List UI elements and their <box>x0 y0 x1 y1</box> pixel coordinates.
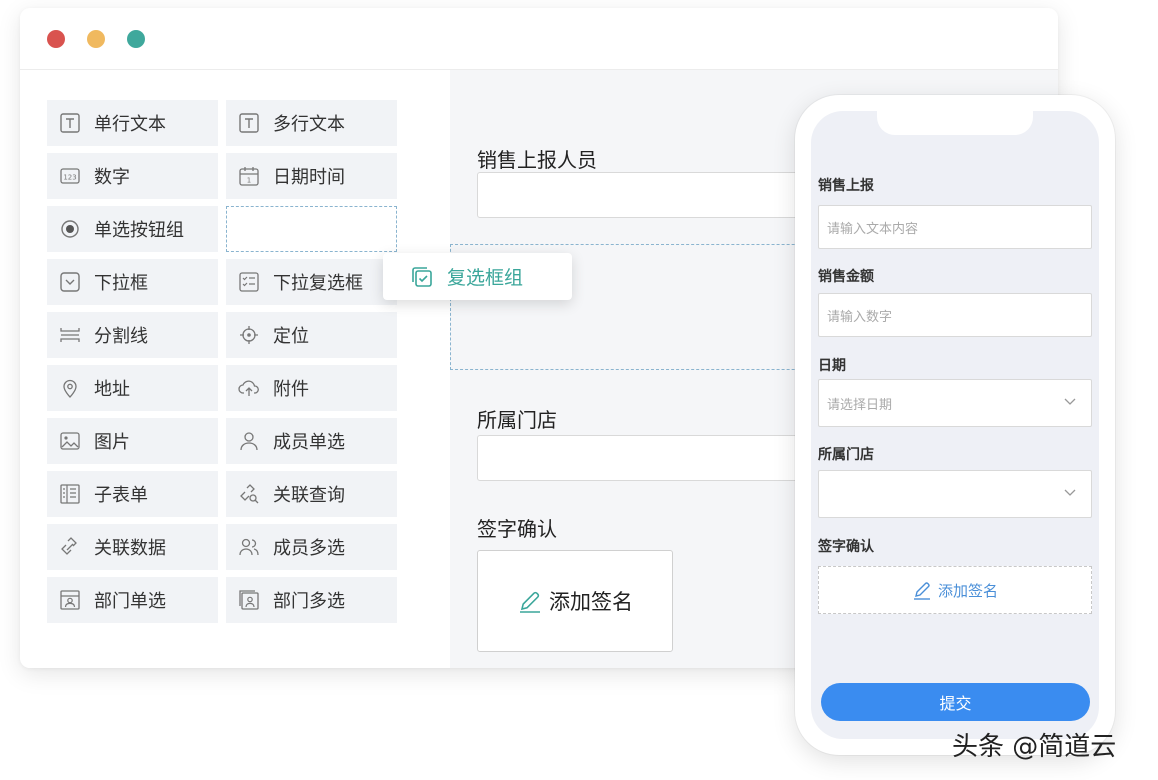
add-signature-label: 添加签名 <box>549 590 633 614</box>
close-window-button[interactable] <box>47 30 65 48</box>
department-icon <box>59 589 81 611</box>
palette-item-label: 部门多选 <box>273 591 345 612</box>
palette-item-label: 子表单 <box>94 485 148 506</box>
palette-item-label: 数字 <box>94 167 130 188</box>
divider-icon <box>59 324 81 346</box>
checkbox-group-icon <box>410 265 447 289</box>
mobile-date-placeholder: 请选择日期 <box>827 397 893 413</box>
link-search-icon <box>238 483 260 505</box>
palette-item-label: 分割线 <box>94 326 148 347</box>
mobile-screen: 销售上报 请输入文本内容 销售金额 请输入数字 日期 请选择日期 所属门店 签字… <box>811 111 1099 739</box>
store-label: 所属门店 <box>477 408 557 432</box>
phone-notch <box>877 111 1033 135</box>
sales-person-label: 销售上报人员 <box>477 148 597 172</box>
palette-item-number[interactable]: 123 数字 <box>47 153 218 199</box>
palette-item-label: 图片 <box>94 432 130 453</box>
pen-icon <box>912 580 938 600</box>
locate-icon <box>238 324 260 346</box>
signature-label: 签字确认 <box>477 517 557 541</box>
minimize-window-button[interactable] <box>87 30 105 48</box>
palette-item-member-multi[interactable]: 成员多选 <box>226 524 397 570</box>
checklist-icon <box>238 271 260 293</box>
link-data-icon <box>59 536 81 558</box>
mobile-date-picker[interactable]: 请选择日期 <box>818 379 1092 427</box>
mobile-date-label: 日期 <box>818 358 846 374</box>
submit-label: 提交 <box>939 694 972 713</box>
subform-icon <box>59 483 81 505</box>
title-bar <box>20 8 1058 70</box>
palette-item-label: 成员多选 <box>273 538 345 559</box>
palette-item-label: 日期时间 <box>273 167 345 188</box>
users-icon <box>238 536 260 558</box>
calendar-icon: 1 <box>238 165 260 187</box>
mobile-store-select[interactable] <box>818 470 1092 518</box>
palette-item-label: 部门单选 <box>94 591 166 612</box>
palette-item-department-multi[interactable]: 部门多选 <box>226 577 397 623</box>
palette-item-divider[interactable]: 分割线 <box>47 312 218 358</box>
field-palette: 单行文本 多行文本 123 数字 1 日期时间 单选按钮组 下拉框 下拉复选框 <box>20 70 450 668</box>
palette-item-label: 定位 <box>273 326 309 347</box>
mobile-add-signature-button[interactable]: 添加签名 <box>818 566 1092 614</box>
mobile-amount-label: 销售金额 <box>818 269 874 285</box>
watermark: 头条 @简道云 <box>952 732 1117 762</box>
image-icon <box>59 430 81 452</box>
mobile-amount-placeholder: 请输入数字 <box>827 309 893 325</box>
palette-item-label: 多行文本 <box>273 114 345 135</box>
palette-item-label: 单行文本 <box>94 114 166 135</box>
palette-item-subform[interactable]: 子表单 <box>47 471 218 517</box>
mobile-add-signature-label: 添加签名 <box>937 581 998 600</box>
palette-item-location[interactable]: 定位 <box>226 312 397 358</box>
dragging-field-label: 复选框组 <box>447 267 524 289</box>
add-signature-button[interactable]: 添加签名 <box>477 550 673 652</box>
mobile-amount-input[interactable]: 请输入数字 <box>818 293 1092 337</box>
palette-item-multi-line-text[interactable]: 多行文本 <box>226 100 397 146</box>
palette-item-linked-data[interactable]: 关联数据 <box>47 524 218 570</box>
svg-text:123: 123 <box>63 174 76 182</box>
palette-item-label: 单选按钮组 <box>94 220 184 241</box>
svg-text:1: 1 <box>247 177 251 185</box>
palette-item-label: 下拉框 <box>94 273 148 294</box>
palette-item-address[interactable]: 地址 <box>47 365 218 411</box>
palette-item-attachment[interactable]: 附件 <box>226 365 397 411</box>
palette-item-label: 附件 <box>273 379 309 400</box>
mobile-store-label: 所属门店 <box>818 447 874 463</box>
palette-item-radio-group[interactable]: 单选按钮组 <box>47 206 218 252</box>
palette-item-label: 关联数据 <box>94 538 166 559</box>
text-icon <box>59 112 81 134</box>
dragging-field-chip[interactable]: 复选框组 <box>383 253 572 300</box>
maximize-window-button[interactable] <box>127 30 145 48</box>
palette-item-dropdown[interactable]: 下拉框 <box>47 259 218 305</box>
drop-placeholder-slot <box>226 206 397 252</box>
mobile-signature-label: 签字确认 <box>818 539 874 555</box>
upload-cloud-icon <box>238 377 260 399</box>
user-icon <box>238 430 260 452</box>
department-multi-icon <box>238 589 260 611</box>
chevron-down-icon <box>1064 398 1076 405</box>
map-pin-icon <box>59 377 81 399</box>
palette-item-department-single[interactable]: 部门单选 <box>47 577 218 623</box>
palette-item-linked-query[interactable]: 关联查询 <box>226 471 397 517</box>
dropdown-icon <box>59 271 81 293</box>
palette-item-label: 成员单选 <box>273 432 345 453</box>
palette-item-image[interactable]: 图片 <box>47 418 218 464</box>
palette-item-datetime[interactable]: 1 日期时间 <box>226 153 397 199</box>
radio-icon <box>59 218 81 240</box>
mobile-sales-report-input[interactable]: 请输入文本内容 <box>818 205 1092 249</box>
palette-item-single-line-text[interactable]: 单行文本 <box>47 100 218 146</box>
mobile-preview: 销售上报 请输入文本内容 销售金额 请输入数字 日期 请选择日期 所属门店 签字… <box>795 95 1115 755</box>
palette-item-label: 下拉复选框 <box>273 273 363 294</box>
palette-item-label: 关联查询 <box>273 485 345 506</box>
palette-item-member-single[interactable]: 成员单选 <box>226 418 397 464</box>
mobile-sales-report-label: 销售上报 <box>818 178 874 194</box>
pen-icon <box>517 588 549 614</box>
chevron-down-icon <box>1064 489 1076 496</box>
text-icon <box>238 112 260 134</box>
palette-item-label: 地址 <box>94 379 130 400</box>
palette-item-dropdown-checkbox[interactable]: 下拉复选框 <box>226 259 397 305</box>
mobile-sales-report-placeholder: 请输入文本内容 <box>827 221 919 237</box>
submit-button[interactable]: 提交 <box>821 683 1090 721</box>
number-icon: 123 <box>59 165 81 187</box>
